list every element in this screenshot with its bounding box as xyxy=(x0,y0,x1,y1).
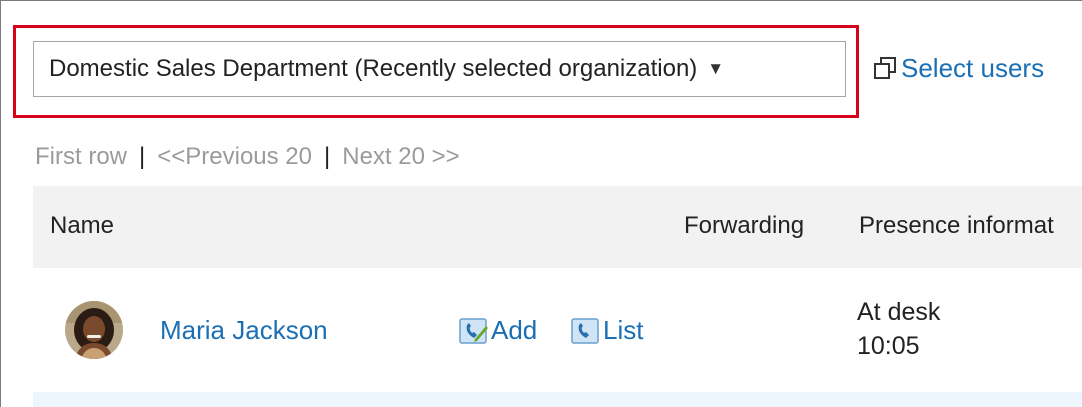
table-row-partial xyxy=(33,392,1082,407)
avatar xyxy=(65,301,123,359)
presence-time: 10:05 xyxy=(857,332,920,360)
select-users-link[interactable]: Select users xyxy=(872,51,1044,85)
phone-add-icon xyxy=(459,317,488,344)
list-label: List xyxy=(603,315,644,345)
presence-info: At desk 10:05 xyxy=(857,295,940,363)
column-header-presence: Presence informat xyxy=(859,212,1054,239)
presence-status: At desk xyxy=(857,298,941,326)
window-popup-icon xyxy=(874,57,896,79)
organization-dropdown[interactable]: Domestic Sales Department (Recently sele… xyxy=(33,41,846,97)
chevron-down-icon: ▼ xyxy=(707,59,725,78)
frame-left-border xyxy=(0,0,1,407)
pagination: First row | <<Previous 20 | Next 20 >> xyxy=(35,143,460,171)
list-forwarding-button[interactable]: List xyxy=(571,315,643,346)
pager-separator: | xyxy=(324,143,331,170)
table-header: Name Forwarding Presence informat xyxy=(33,186,1082,268)
pager-first-row: First row xyxy=(35,143,127,170)
column-header-name: Name xyxy=(50,212,115,239)
add-label: Add xyxy=(491,315,538,345)
frame-top-border xyxy=(0,0,1082,1)
pager-separator: | xyxy=(139,143,146,170)
pager-previous: <<Previous 20 xyxy=(157,143,313,170)
phone-list-icon xyxy=(571,317,599,344)
organization-dropdown-value: Domestic Sales Department (Recently sele… xyxy=(49,55,698,82)
add-forwarding-button[interactable]: Add xyxy=(459,315,537,346)
column-header-forwarding: Forwarding xyxy=(684,212,805,239)
user-name-link[interactable]: Maria Jackson xyxy=(160,315,328,346)
table-row: Maria Jackson Add List At desk 10:05 xyxy=(33,268,1082,392)
select-users-label: Select users xyxy=(901,52,1045,83)
pager-next: Next 20 >> xyxy=(342,143,460,170)
